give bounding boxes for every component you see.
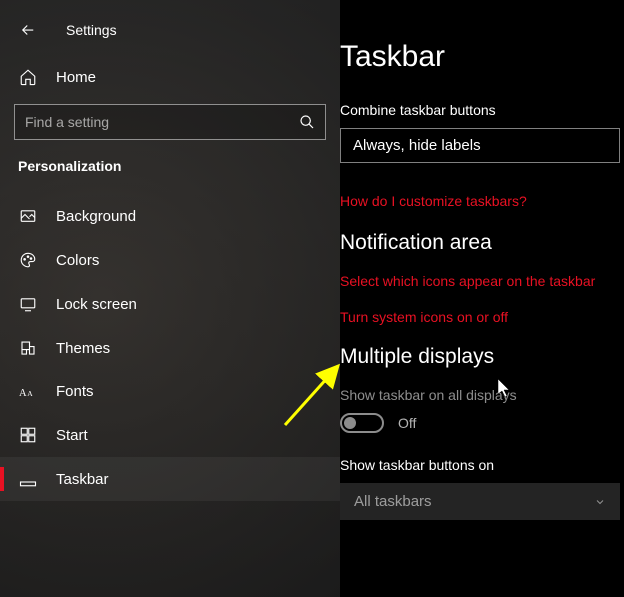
- svg-text:A: A: [27, 388, 33, 397]
- category-header: Personalization: [0, 158, 340, 194]
- search-input-container[interactable]: [14, 104, 326, 140]
- notification-area-header: Notification area: [340, 231, 624, 255]
- sidebar-item-label: Colors: [56, 252, 99, 269]
- combine-buttons-label: Combine taskbar buttons: [340, 102, 624, 118]
- select-icons-link[interactable]: Select which icons appear on the taskbar: [340, 273, 624, 289]
- search-input[interactable]: [25, 114, 299, 130]
- dropdown-value: All taskbars: [354, 493, 432, 510]
- sidebar-item-label: Fonts: [56, 383, 94, 400]
- show-all-displays-toggle[interactable]: [340, 413, 384, 433]
- sidebar-item-colors[interactable]: Colors: [0, 238, 340, 282]
- sidebar-item-label: Themes: [56, 340, 110, 357]
- themes-icon: [18, 339, 38, 357]
- multiple-displays-header: Multiple displays: [340, 345, 624, 369]
- show-buttons-on-label: Show taskbar buttons on: [340, 457, 624, 473]
- sidebar-item-fonts[interactable]: AA Fonts: [0, 370, 340, 413]
- fonts-icon: AA: [18, 384, 38, 400]
- sidebar-item-label: Background: [56, 208, 136, 225]
- sidebar-item-taskbar[interactable]: Taskbar: [0, 457, 340, 501]
- dropdown-value: Always, hide labels: [353, 137, 481, 154]
- sidebar-item-background[interactable]: Background: [0, 194, 340, 238]
- customize-taskbars-link[interactable]: How do I customize taskbars?: [340, 193, 624, 209]
- content-panel: Taskbar Combine taskbar buttons Always, …: [340, 0, 624, 597]
- show-all-displays-toggle-row: Off: [340, 413, 624, 433]
- toggle-knob: [344, 417, 356, 429]
- sidebar-item-label: Taskbar: [56, 471, 109, 488]
- home-label: Home: [56, 69, 96, 86]
- start-icon: [18, 426, 38, 444]
- chevron-down-icon: [594, 496, 606, 508]
- back-button[interactable]: [14, 16, 42, 44]
- taskbar-icon: [18, 470, 38, 488]
- show-all-displays-label: Show taskbar on all displays: [340, 387, 624, 403]
- svg-text:A: A: [19, 387, 27, 398]
- app-title: Settings: [66, 22, 117, 38]
- sidebar-item-start[interactable]: Start: [0, 413, 340, 457]
- toggle-state-label: Off: [398, 415, 416, 431]
- combine-buttons-dropdown[interactable]: Always, hide labels: [340, 128, 620, 163]
- system-icons-link[interactable]: Turn system icons on or off: [340, 309, 624, 325]
- topbar: Settings: [0, 8, 340, 58]
- palette-icon: [18, 251, 38, 269]
- show-buttons-on-dropdown[interactable]: All taskbars: [340, 483, 620, 520]
- sidebar-item-home[interactable]: Home: [0, 58, 340, 98]
- page-title: Taskbar: [340, 40, 624, 74]
- sidebar-item-themes[interactable]: Themes: [0, 326, 340, 370]
- image-icon: [18, 207, 38, 225]
- home-icon: [18, 68, 38, 86]
- search-icon: [299, 114, 315, 130]
- sidebar: Settings Home Personalization Background…: [0, 0, 340, 597]
- sidebar-item-label: Lock screen: [56, 296, 137, 313]
- sidebar-item-lock-screen[interactable]: Lock screen: [0, 282, 340, 326]
- arrow-left-icon: [19, 21, 37, 39]
- sidebar-item-label: Start: [56, 427, 88, 444]
- lock-screen-icon: [18, 295, 38, 313]
